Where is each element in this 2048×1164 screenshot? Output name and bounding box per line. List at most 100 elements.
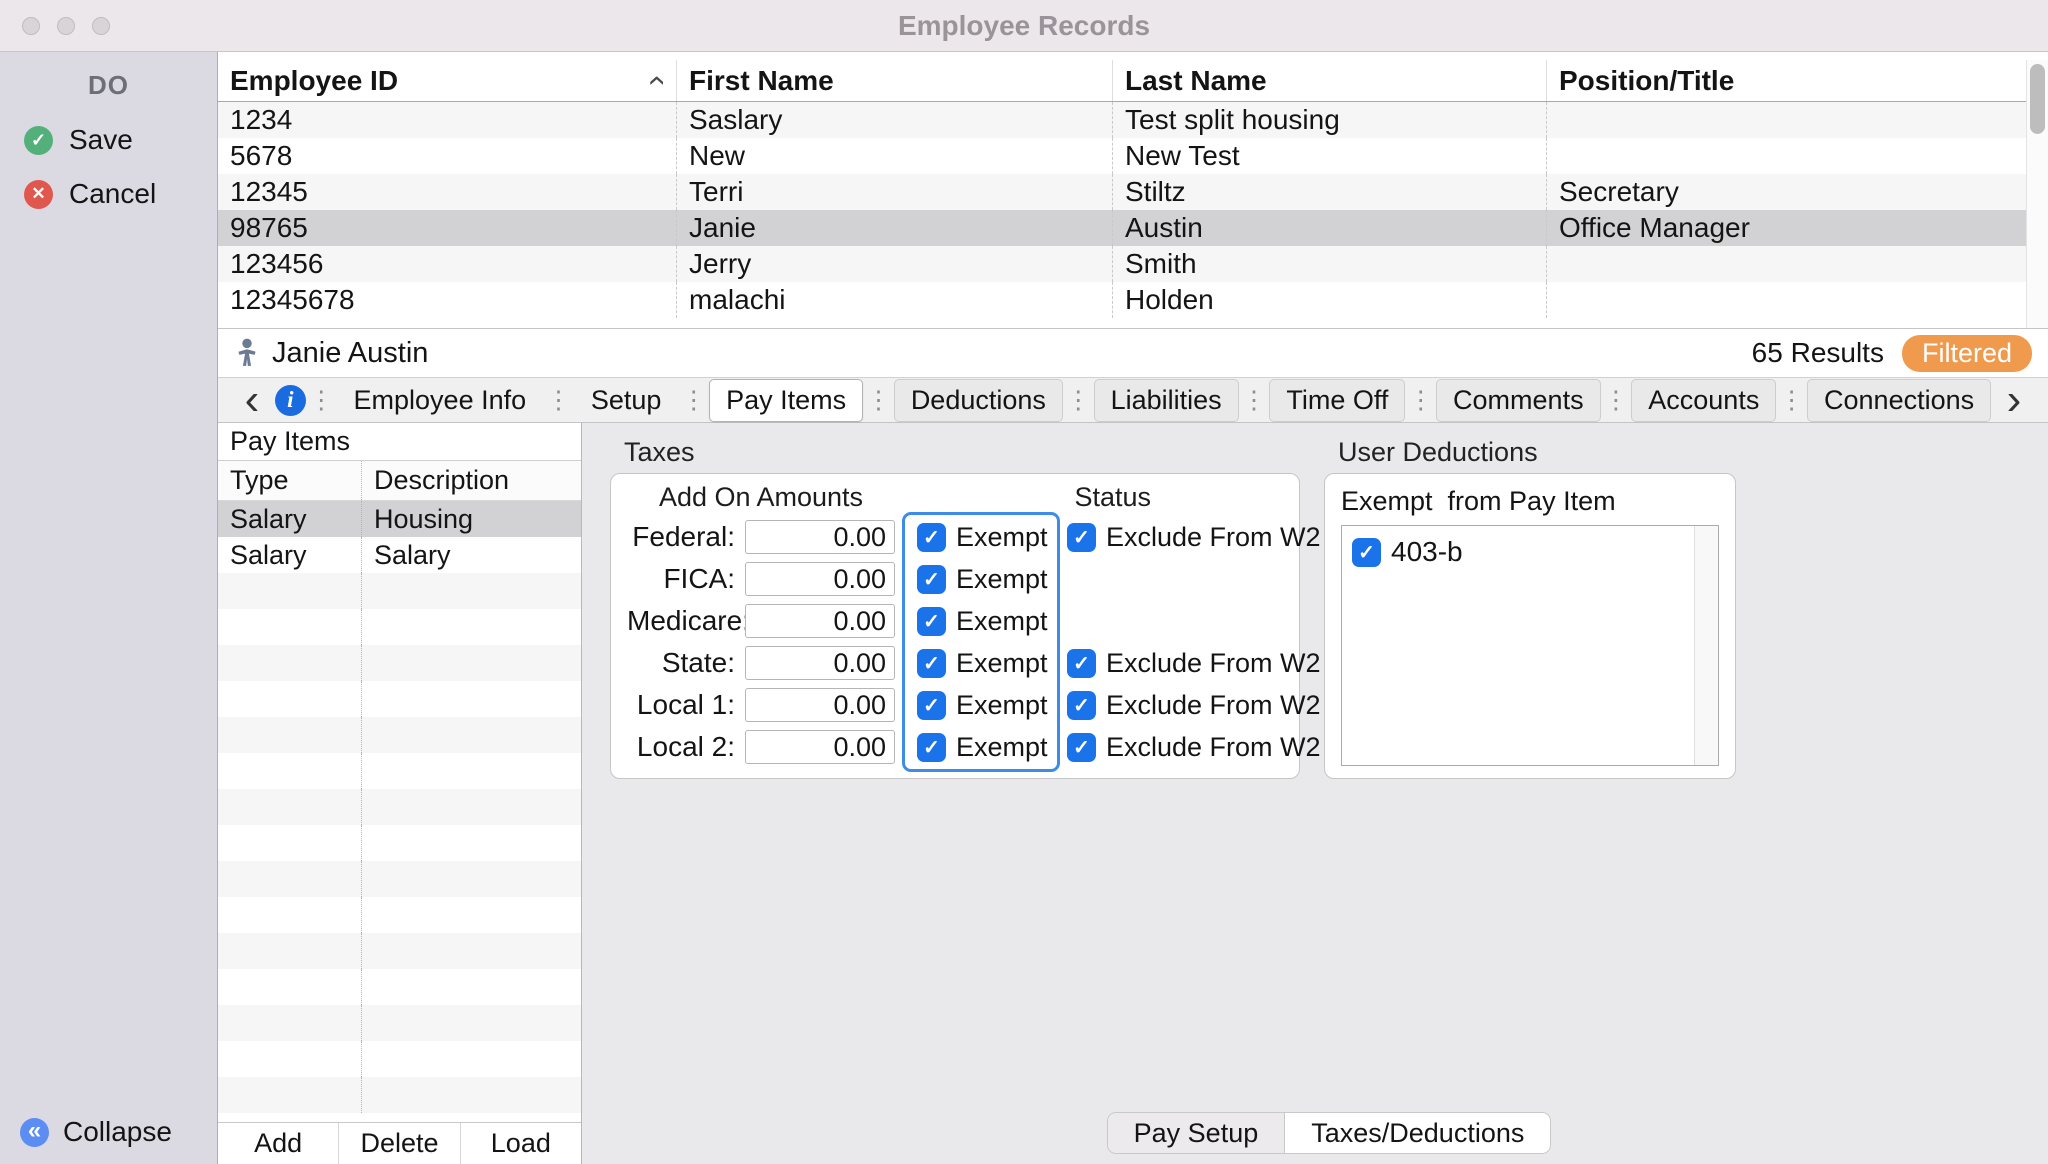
taxes-group: Taxes Add On Amounts Status Federal:: [610, 437, 1300, 779]
collapse-button[interactable]: Collapse: [0, 1104, 217, 1164]
empty-row: [218, 789, 581, 825]
local1-exempt-checkbox[interactable]: [917, 691, 946, 720]
empty-type-cell: [218, 897, 362, 933]
local1-amount-input[interactable]: [745, 688, 895, 722]
load-pay-item-button[interactable]: Load: [461, 1123, 581, 1164]
pay-item-row-selected[interactable]: Salary Housing: [218, 501, 581, 537]
empty-description-cell: [362, 609, 581, 645]
tab-accounts[interactable]: Accounts: [1631, 379, 1776, 422]
tab-setup[interactable]: Setup: [574, 379, 679, 422]
scrollbar-thumb[interactable]: [2030, 64, 2045, 134]
medicare-exempt-checkbox[interactable]: [917, 607, 946, 636]
pay-item-type-cell: Salary: [218, 501, 362, 537]
first-name-cell: New: [677, 138, 1113, 174]
employee-row[interactable]: 123456 Jerry Smith: [218, 246, 2026, 282]
exclude-w2-label: Exclude From W2: [1106, 690, 1321, 721]
local2-exclude-w2-checkbox[interactable]: [1067, 733, 1096, 762]
empty-type-cell: [218, 1077, 362, 1113]
user-deductions-list: 403-b: [1341, 525, 1719, 766]
add-pay-item-button[interactable]: Add: [218, 1123, 339, 1164]
employee-row-selected[interactable]: 98765 Janie Austin Office Manager: [218, 210, 2026, 246]
empty-type-cell: [218, 789, 362, 825]
tab-comments[interactable]: Comments: [1436, 379, 1601, 422]
first-name-cell: malachi: [677, 282, 1113, 318]
first-name-cell: Janie: [677, 210, 1113, 246]
state-exclude-w2-checkbox[interactable]: [1067, 649, 1096, 678]
sidebar: DO Save Cancel Collapse: [0, 52, 218, 1164]
info-tab-button[interactable]: [275, 385, 306, 416]
empty-type-cell: [218, 969, 362, 1005]
federal-exempt-checkbox[interactable]: [917, 523, 946, 552]
last-name-cell: Austin: [1113, 210, 1547, 246]
empty-description-cell: [362, 1077, 581, 1113]
column-header-description[interactable]: Description: [362, 461, 581, 500]
close-window-button[interactable]: [22, 17, 40, 35]
exempt-label: Exempt: [956, 690, 1048, 721]
tabs-scroll-right-button[interactable]: [1994, 380, 2034, 420]
empty-type-cell: [218, 645, 362, 681]
federal-amount-input[interactable]: [745, 520, 895, 554]
state-amount-input[interactable]: [745, 646, 895, 680]
employee-table-scrollbar[interactable]: [2026, 60, 2048, 328]
tab-time-off[interactable]: Time Off: [1269, 379, 1405, 422]
position-cell: Office Manager: [1547, 210, 2026, 246]
tab-taxes-deductions[interactable]: Taxes/Deductions: [1285, 1113, 1550, 1153]
state-exempt-checkbox[interactable]: [917, 649, 946, 678]
deduction-item-403b[interactable]: 403-b: [1352, 534, 1684, 570]
tab-deductions[interactable]: Deductions: [894, 379, 1063, 422]
minimize-window-button[interactable]: [57, 17, 75, 35]
tab-pay-setup[interactable]: Pay Setup: [1108, 1113, 1286, 1153]
fica-amount-input[interactable]: [745, 562, 895, 596]
first-name-cell: Jerry: [677, 246, 1113, 282]
filtered-badge[interactable]: Filtered: [1902, 335, 2032, 372]
user-deductions-scrollbar[interactable]: [1694, 526, 1718, 765]
cancel-button[interactable]: Cancel: [0, 167, 217, 221]
column-header-first-name[interactable]: First Name: [677, 60, 1113, 101]
tabs-scroll-left-button[interactable]: [232, 380, 272, 420]
tab-connections[interactable]: Connections: [1807, 379, 1991, 422]
employee-row[interactable]: 12345 Terri Stiltz Secretary: [218, 174, 2026, 210]
employee-row[interactable]: 1234 Saslary Test split housing: [218, 102, 2026, 138]
column-header-type[interactable]: Type: [218, 461, 362, 500]
employee-row[interactable]: 12345678 malachi Holden: [218, 282, 2026, 318]
empty-type-cell: [218, 825, 362, 861]
column-header-employee-id[interactable]: Employee ID: [218, 60, 677, 101]
local1-exclude-w2-checkbox[interactable]: [1067, 691, 1096, 720]
medicare-amount-input[interactable]: [745, 604, 895, 638]
empty-row: [218, 681, 581, 717]
exclude-w2-label: Exclude From W2: [1106, 648, 1321, 679]
fica-exempt-checkbox[interactable]: [917, 565, 946, 594]
pay-item-row[interactable]: Salary Salary: [218, 537, 581, 573]
save-button[interactable]: Save: [0, 113, 217, 167]
tab-separator-icon: [681, 385, 706, 415]
local2-exempt: Exempt: [905, 732, 1057, 763]
deduction-403b-checkbox[interactable]: [1352, 538, 1381, 567]
empty-description-cell: [362, 1041, 581, 1077]
federal-exclude-w2-checkbox[interactable]: [1067, 523, 1096, 552]
zoom-window-button[interactable]: [92, 17, 110, 35]
local2-amount-input[interactable]: [745, 730, 895, 764]
tab-pay-items[interactable]: Pay Items: [709, 379, 863, 422]
tab-liabilities[interactable]: Liabilities: [1094, 379, 1239, 422]
tab-separator-icon: [866, 385, 891, 415]
column-header-position[interactable]: Position/Title: [1547, 60, 2026, 101]
empty-row: [218, 825, 581, 861]
column-header-last-name[interactable]: Last Name: [1113, 60, 1547, 101]
exclude-w2-label: Exclude From W2: [1106, 522, 1321, 553]
position-cell: [1547, 138, 2026, 174]
sidebar-header: DO: [0, 52, 217, 113]
local2-exempt-checkbox[interactable]: [917, 733, 946, 762]
employee-row[interactable]: 5678 New New Test: [218, 138, 2026, 174]
local1-exclude-w2: Exclude From W2: [1067, 690, 1321, 721]
empty-description-cell: [362, 753, 581, 789]
delete-pay-item-button[interactable]: Delete: [339, 1123, 460, 1164]
pay-item-description-cell: Housing: [362, 501, 581, 537]
last-name-cell: Stiltz: [1113, 174, 1547, 210]
employee-id-cell: 98765: [218, 210, 677, 246]
last-name-cell: New Test: [1113, 138, 1547, 174]
empty-row: [218, 1005, 581, 1041]
last-name-cell: Holden: [1113, 282, 1547, 318]
tab-employee-info[interactable]: Employee Info: [337, 379, 544, 422]
pay-item-type-cell: Salary: [218, 537, 362, 573]
empty-type-cell: [218, 861, 362, 897]
